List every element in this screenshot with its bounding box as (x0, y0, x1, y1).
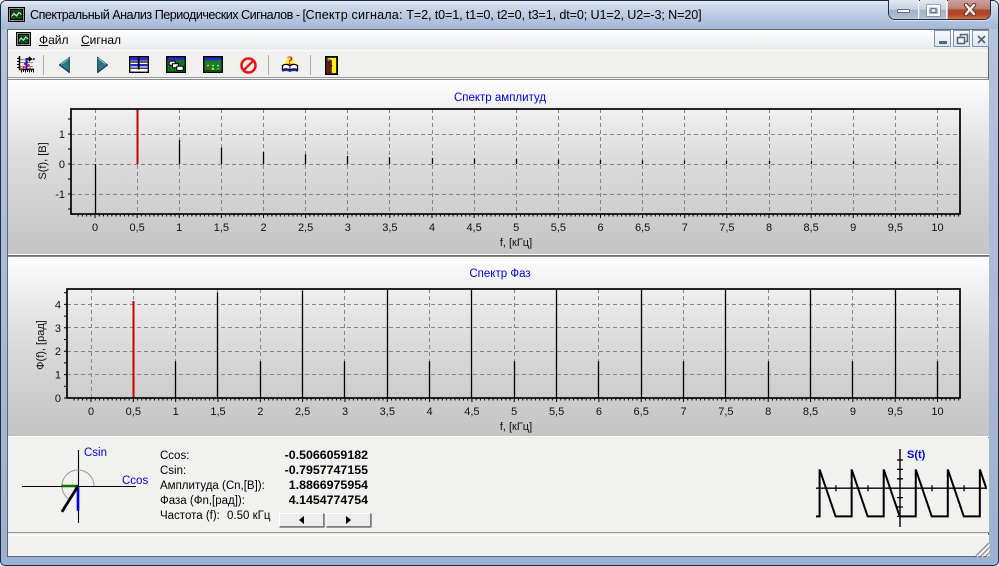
svg-text:3: 3 (345, 222, 351, 234)
svg-text:6,5: 6,5 (635, 222, 650, 234)
svg-text:f, [кГц]: f, [кГц] (500, 237, 532, 249)
svg-text:0: 0 (88, 406, 94, 418)
svg-text:0: 0 (55, 393, 61, 405)
svg-text:5,5: 5,5 (551, 222, 566, 234)
svg-text:4,5: 4,5 (464, 406, 479, 418)
svg-text:f, [кГц]: f, [кГц] (500, 421, 532, 433)
svg-text:S(f), [В]: S(f), [В] (37, 142, 49, 179)
svg-text:8: 8 (766, 222, 772, 234)
svg-text:-1: -1 (55, 189, 65, 201)
svg-text:4: 4 (55, 299, 61, 311)
svg-text:1,5: 1,5 (214, 222, 229, 234)
svg-text:0: 0 (59, 159, 65, 171)
svg-text:5: 5 (513, 222, 519, 234)
svg-text:4: 4 (429, 222, 435, 234)
svg-text:9: 9 (850, 406, 856, 418)
svg-text:4,5: 4,5 (466, 222, 481, 234)
svg-text:S(t): S(t) (907, 449, 926, 461)
svg-text:3: 3 (55, 323, 61, 335)
svg-text:5,5: 5,5 (549, 406, 564, 418)
svg-text:9,5: 9,5 (888, 222, 903, 234)
svg-text:3,5: 3,5 (380, 406, 395, 418)
svg-text:1,5: 1,5 (210, 406, 225, 418)
svg-text:Ф(f), [рад]: Ф(f), [рад] (35, 320, 47, 370)
svg-text:7: 7 (681, 406, 687, 418)
svg-text:1: 1 (173, 406, 179, 418)
svg-text:7,5: 7,5 (718, 406, 733, 418)
svg-text:2: 2 (260, 222, 266, 234)
svg-text:7: 7 (682, 222, 688, 234)
svg-text:Спектр амплитуд: Спектр амплитуд (454, 92, 546, 104)
svg-text:9,5: 9,5 (888, 406, 903, 418)
svg-text:2,5: 2,5 (298, 222, 313, 234)
svg-text:8,5: 8,5 (803, 222, 818, 234)
svg-text:6: 6 (596, 406, 602, 418)
svg-text:5: 5 (511, 406, 517, 418)
svg-text:0: 0 (92, 222, 98, 234)
svg-text:2: 2 (257, 406, 263, 418)
svg-text:?: ? (287, 55, 293, 68)
svg-text:0,5: 0,5 (129, 222, 144, 234)
svg-text:1: 1 (176, 222, 182, 234)
svg-text:3,5: 3,5 (382, 222, 397, 234)
svg-text:8,5: 8,5 (803, 406, 818, 418)
svg-text:1: 1 (55, 370, 61, 382)
svg-text:4: 4 (427, 406, 433, 418)
svg-text:7,5: 7,5 (719, 222, 734, 234)
svg-text:6,5: 6,5 (634, 406, 649, 418)
svg-text:9: 9 (850, 222, 856, 234)
svg-text:Спектр Фаз: Спектр Фаз (469, 268, 530, 280)
svg-text:1: 1 (59, 129, 65, 141)
svg-text:8: 8 (765, 406, 771, 418)
svg-text:6: 6 (597, 222, 603, 234)
svg-text:2,5: 2,5 (295, 406, 310, 418)
svg-text:2: 2 (55, 346, 61, 358)
svg-text:10: 10 (931, 222, 943, 234)
svg-text:10: 10 (931, 406, 943, 418)
svg-text:0,5: 0,5 (126, 406, 141, 418)
svg-text:3: 3 (342, 406, 348, 418)
